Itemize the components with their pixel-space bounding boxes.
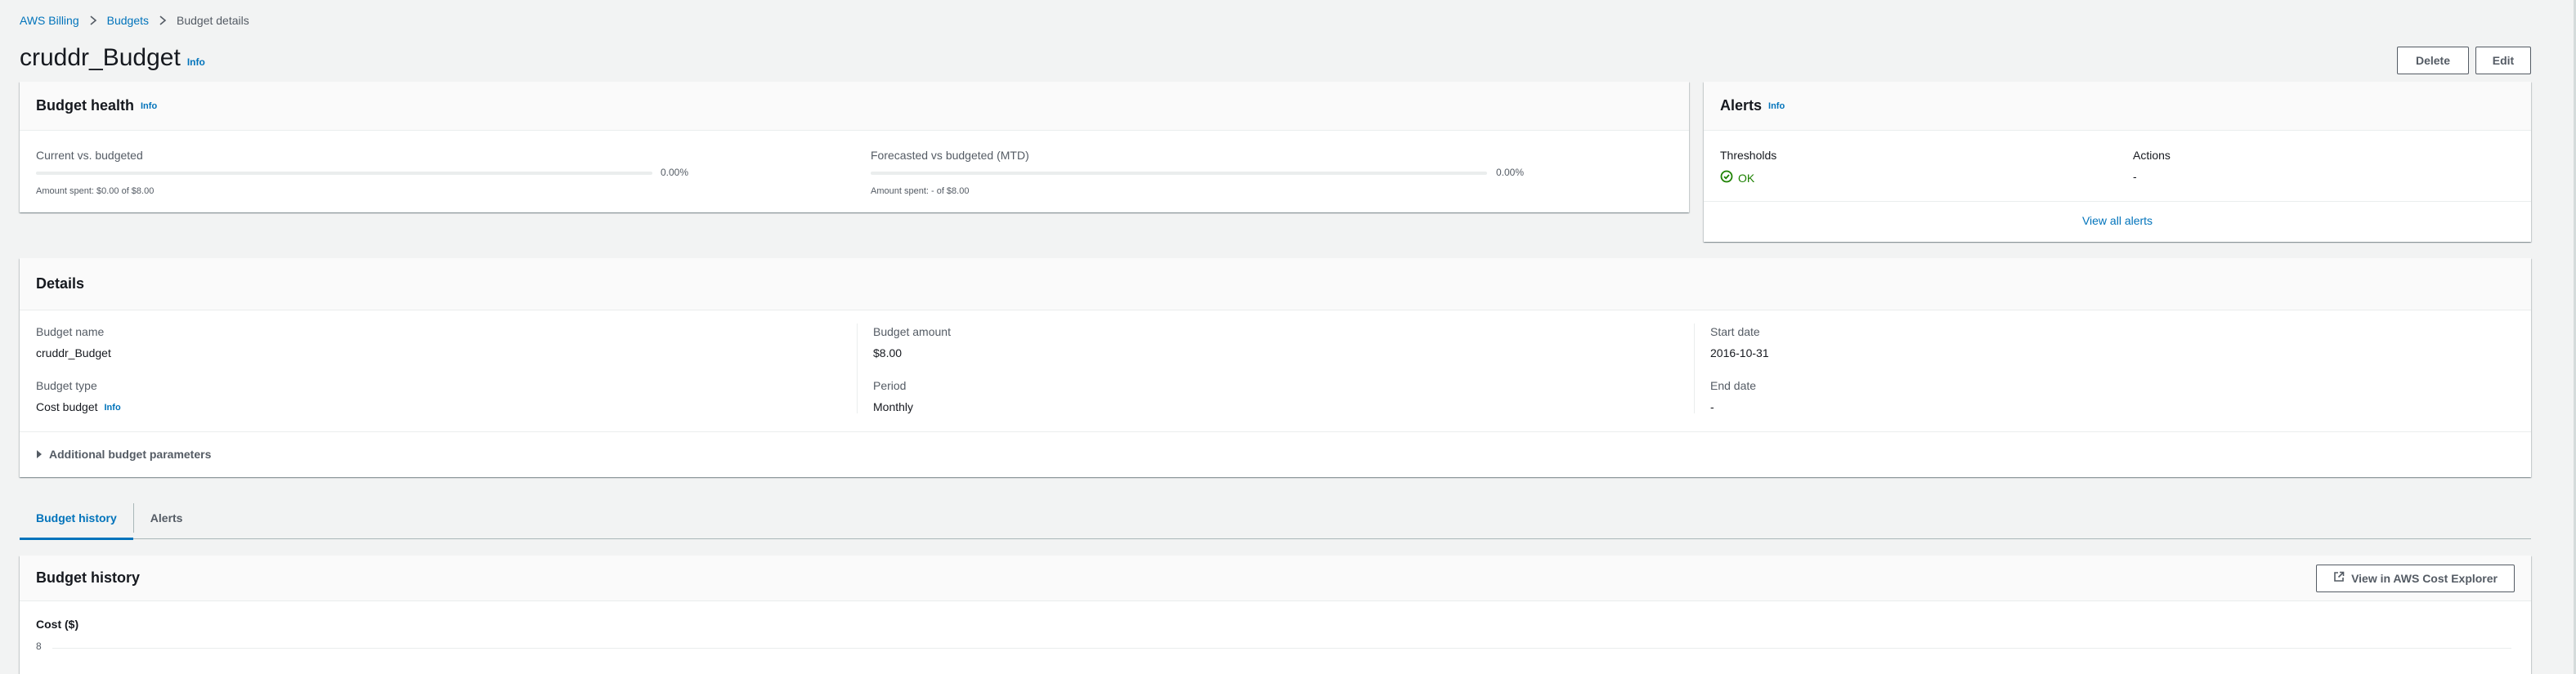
- chevron-right-icon: [159, 16, 167, 25]
- forecast-vs-budgeted-label: Forecasted vs budgeted (MTD): [871, 149, 1029, 162]
- view-in-cost-explorer-label: View in AWS Cost Explorer: [2351, 571, 2498, 585]
- actions-value: -: [2133, 170, 2137, 183]
- title-info-link[interactable]: Info: [187, 56, 205, 68]
- view-in-cost-explorer-button[interactable]: View in AWS Cost Explorer: [2316, 564, 2515, 592]
- budget-type-label: Budget type: [36, 379, 97, 392]
- budget-type-value: Cost budget: [36, 400, 98, 413]
- budget-name-value: cruddr_Budget: [36, 346, 111, 359]
- forecast-percent: 0.00%: [1496, 167, 1525, 178]
- actions-label: Actions: [2133, 149, 2171, 162]
- budget-name-label: Budget name: [36, 325, 105, 338]
- forecast-progress-bar: [871, 172, 1487, 175]
- external-link-icon: [2333, 571, 2345, 585]
- details-header: Details: [20, 258, 2531, 310]
- breadcrumb-aws-billing[interactable]: AWS Billing: [20, 14, 79, 27]
- budget-history-title: Budget history: [36, 569, 141, 586]
- tab-alerts[interactable]: Alerts: [134, 497, 199, 539]
- budget-type-field: Budget type Cost budget Info: [36, 379, 121, 413]
- budget-amount-label: Budget amount: [873, 325, 951, 338]
- thresholds-field: Thresholds OK: [1720, 149, 1776, 185]
- details-panel: Details Budget name cruddr_Budget Budget…: [20, 258, 2531, 477]
- details-column-divider: [1694, 324, 1695, 413]
- budget-history-panel: Budget history View in AWS Cost Explorer…: [20, 556, 2531, 674]
- budget-amount-field: Budget amount $8.00: [873, 325, 951, 359]
- alerts-divider: [1704, 201, 2531, 202]
- breadcrumb-current: Budget details: [177, 14, 249, 27]
- alerts-panel: Alerts Info Thresholds OK Actions - View…: [1704, 82, 2531, 242]
- budget-health-panel: Budget health Info Current vs. budgeted …: [20, 82, 1689, 212]
- details-divider: [20, 431, 2531, 432]
- chart-gridline: [52, 648, 2511, 649]
- start-date-field: Start date 2016-10-31: [1710, 325, 1769, 359]
- check-circle-icon: [1720, 170, 1733, 185]
- period-label: Period: [873, 379, 907, 392]
- tab-bar: Budget history Alerts: [20, 497, 2531, 540]
- page-title-text: cruddr_Budget: [20, 44, 181, 71]
- budget-history-header: Budget history View in AWS Cost Explorer: [20, 556, 2531, 601]
- end-date-field: End date -: [1710, 379, 1756, 413]
- additional-parameters-expander[interactable]: Additional budget parameters: [36, 448, 211, 461]
- chart-y-tick: 8: [36, 641, 42, 652]
- breadcrumb-budgets[interactable]: Budgets: [107, 14, 149, 27]
- end-date-label: End date: [1710, 379, 1757, 392]
- chart-y-axis-label: Cost ($): [36, 618, 79, 631]
- budget-health-info-link[interactable]: Info: [141, 101, 157, 111]
- current-progress-bar: [36, 172, 652, 175]
- budget-type-row: Cost budget Info: [36, 400, 121, 413]
- start-date-label: Start date: [1710, 325, 1760, 338]
- period-value: Monthly: [873, 400, 914, 413]
- budget-name-field: Budget name cruddr_Budget: [36, 325, 111, 359]
- budget-health-title: Budget health: [36, 97, 134, 114]
- additional-parameters-label: Additional budget parameters: [49, 448, 212, 461]
- breadcrumb: AWS Billing Budgets Budget details: [20, 14, 249, 27]
- edit-button[interactable]: Edit: [2475, 47, 2531, 74]
- forecast-amount-spent: Amount spent: - of $8.00: [871, 186, 970, 196]
- budget-health-header: Budget health Info: [20, 82, 1689, 131]
- end-date-value: -: [1710, 400, 1714, 413]
- page-title: cruddr_Budget Info: [20, 44, 205, 72]
- current-percent: 0.00%: [661, 167, 689, 178]
- thresholds-label: Thresholds: [1720, 149, 1777, 162]
- alerts-header: Alerts Info: [1704, 82, 2531, 131]
- current-amount-spent: Amount spent: $0.00 of $8.00: [36, 186, 155, 196]
- start-date-value: 2016-10-31: [1710, 346, 1769, 359]
- caret-right-icon: [36, 448, 43, 461]
- period-field: Period Monthly: [873, 379, 913, 413]
- tab-budget-history[interactable]: Budget history: [20, 497, 133, 540]
- delete-button[interactable]: Delete: [2397, 47, 2469, 74]
- alerts-info-link[interactable]: Info: [1768, 101, 1785, 111]
- budget-amount-value: $8.00: [873, 346, 903, 359]
- thresholds-value: OK: [1738, 171, 1755, 185]
- actions-field: Actions -: [2133, 149, 2171, 183]
- thresholds-status: OK: [1720, 170, 1776, 185]
- budget-type-info-link[interactable]: Info: [105, 403, 121, 413]
- alerts-title: Alerts: [1720, 97, 1763, 114]
- view-all-alerts-link[interactable]: View all alerts: [1704, 214, 2531, 227]
- details-column-divider: [857, 324, 858, 413]
- details-title: Details: [36, 275, 85, 292]
- current-vs-budgeted-label: Current vs. budgeted: [36, 149, 143, 162]
- chevron-right-icon: [89, 16, 97, 25]
